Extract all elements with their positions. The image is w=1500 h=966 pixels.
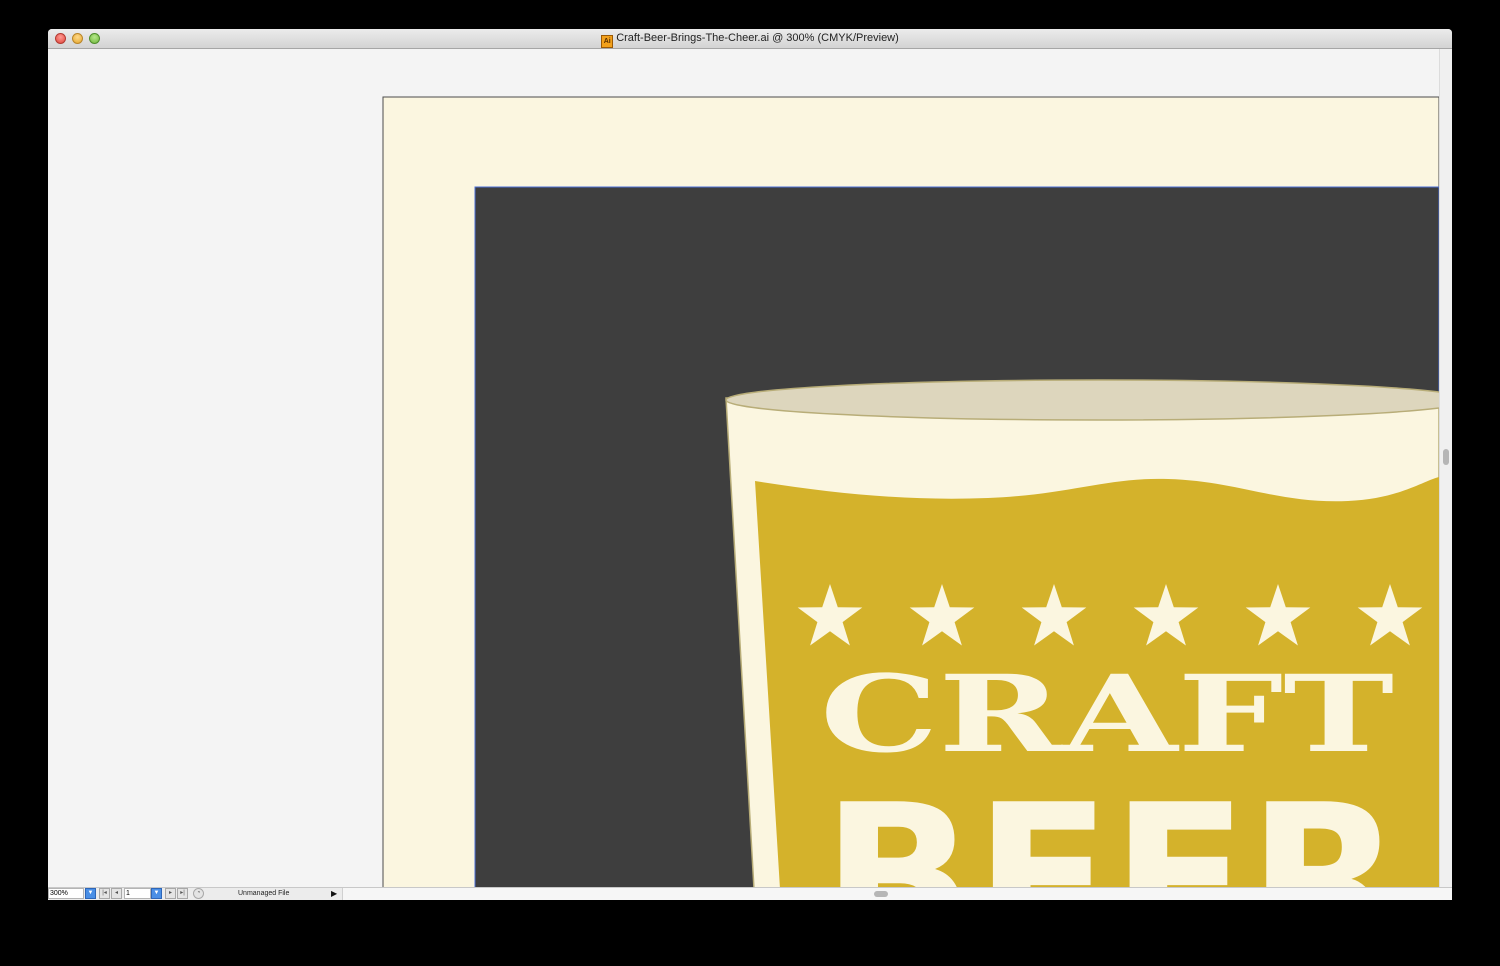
file-status-text: Unmanaged File [238,890,290,897]
last-page-icon[interactable]: ▸| [177,888,188,899]
title-bar[interactable]: Ai Craft-Beer-Brings-The-Cheer.ai @ 300% … [48,29,1452,49]
document-canvas[interactable]: CRAFT BEER [48,49,1439,887]
window-title-wrap: Ai Craft-Beer-Brings-The-Cheer.ai @ 300% … [48,29,1452,48]
next-page-icon[interactable]: ▸ [165,888,176,899]
horizontal-scrollbar[interactable] [342,888,1452,900]
illustrator-document-icon: Ai [601,35,614,48]
window-title: Craft-Beer-Brings-The-Cheer.ai @ 300% (C… [616,32,899,44]
vertical-scroll-thumb[interactable] [1443,449,1449,465]
horizontal-scroll-thumb[interactable] [874,891,888,897]
zoom-dropdown-icon[interactable]: ▼ [85,888,96,899]
headline-craft: CRAFT [820,651,1394,776]
status-popup-arrow-icon[interactable]: ▶ [331,888,337,899]
status-menu-icon[interactable]: ◔ [193,888,204,899]
zoom-level-field[interactable]: 300% [48,888,84,899]
illustrator-window: Ai Craft-Beer-Brings-The-Cheer.ai @ 300% … [48,29,1452,900]
headline-beer: BEER [822,762,1402,887]
status-bar: 300% ▼ |◂ ◂ 1 ▼ ▸ ▸| ◔ Unmanaged File ▶ [48,887,1452,900]
previous-page-icon[interactable]: ◂ [111,888,122,899]
page-dropdown-icon[interactable]: ▼ [151,888,162,899]
page-number-field[interactable]: 1 [124,888,151,899]
first-page-icon[interactable]: |◂ [99,888,110,899]
artwork-svg: CRAFT BEER [382,96,1439,887]
vertical-scrollbar[interactable] [1439,49,1452,887]
glass-rim [725,379,1439,421]
